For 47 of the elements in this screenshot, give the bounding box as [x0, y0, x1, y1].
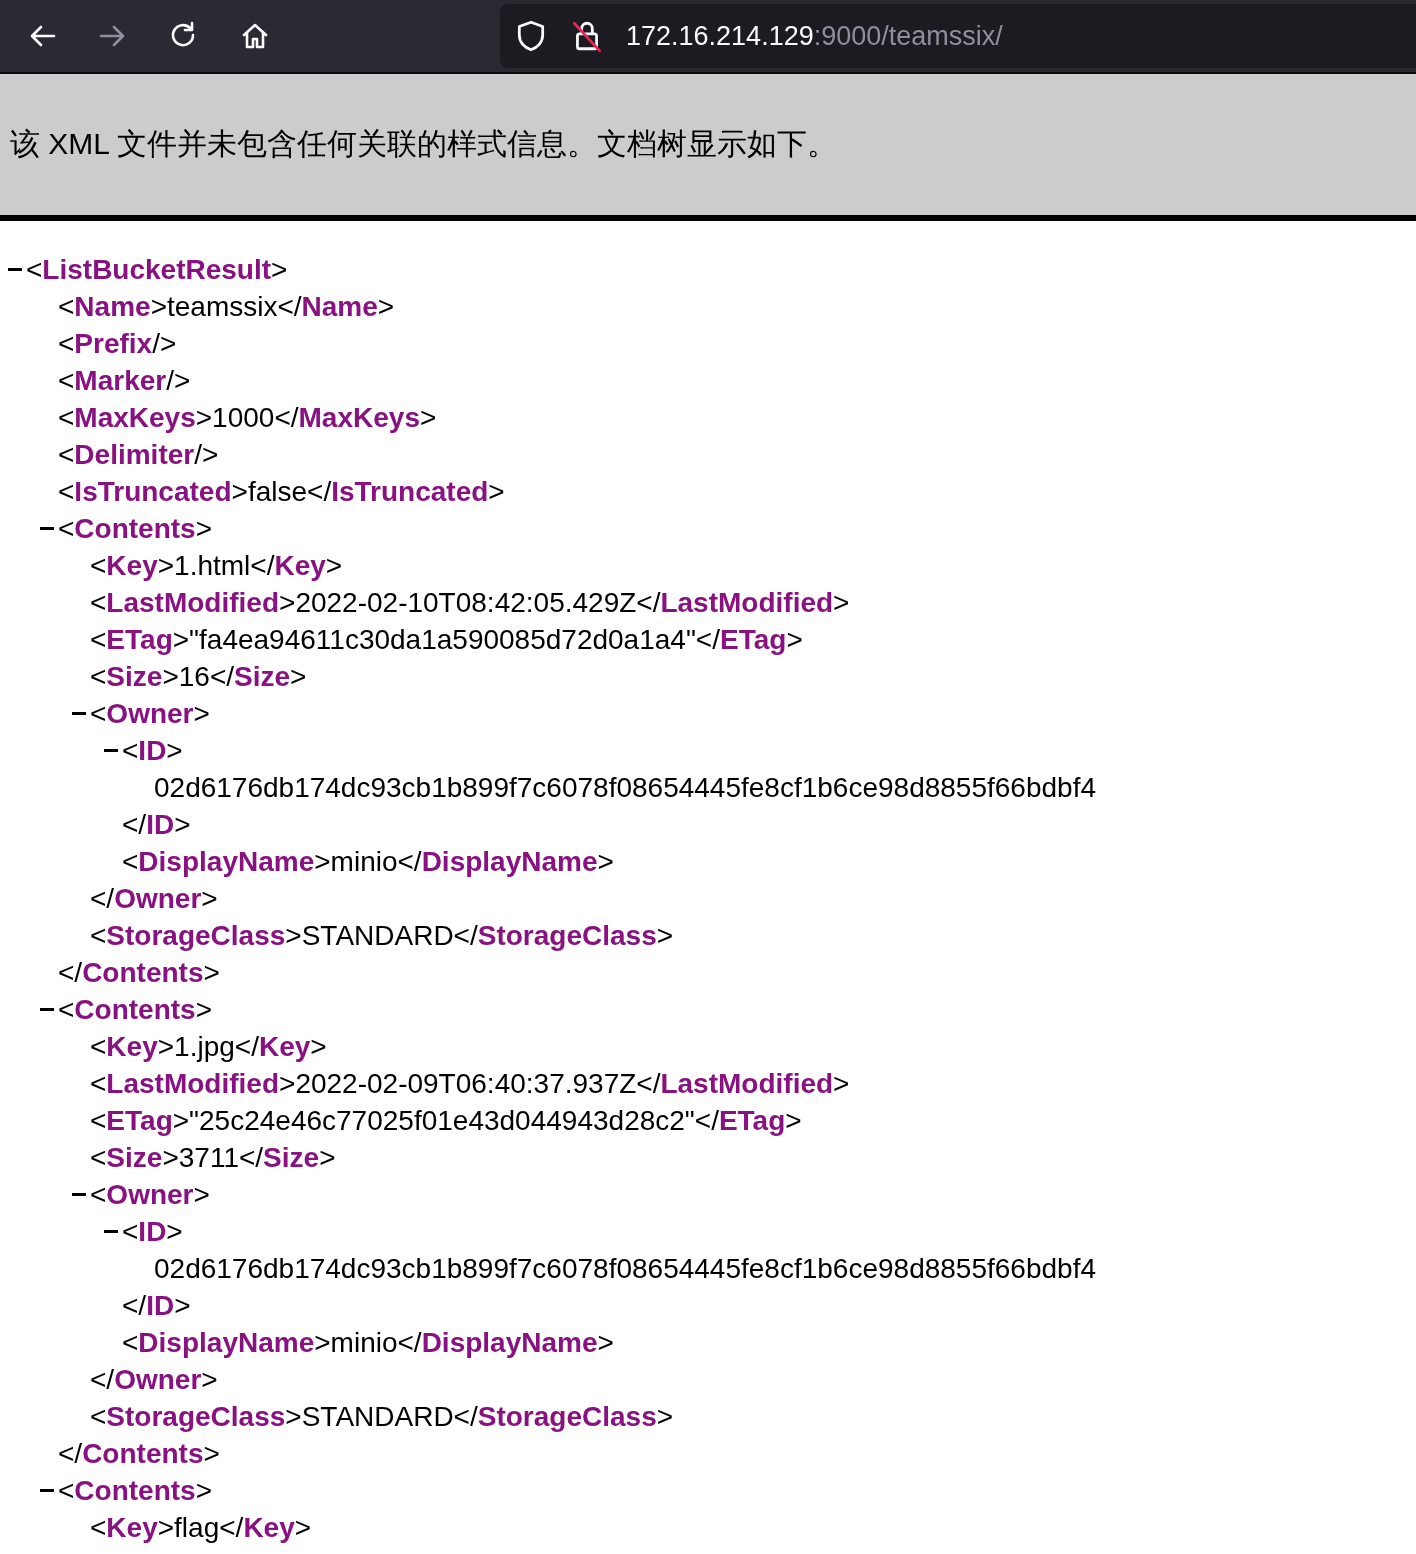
address-bar[interactable]: 172.16.214.129:9000/teamssix/ [500, 4, 1416, 68]
xml-close-tag: </ID> [122, 806, 191, 843]
xml-element: <Key>flag</Key> [90, 1511, 312, 1545]
xml-element: <Size>3711</Size> [90, 1141, 336, 1175]
xml-open-tag: <ID> [122, 732, 183, 769]
xml-open-tag: <ListBucketResult> [26, 251, 288, 288]
xml-element: <Name>teamssix</Name> [58, 290, 395, 324]
url-text[interactable]: 172.16.214.129:9000/teamssix/ [626, 20, 1003, 52]
xml-close-tag: </ID> [122, 1287, 191, 1324]
xml-open-tag: <Contents> [58, 991, 213, 1028]
collapse-toggle[interactable] [104, 749, 118, 752]
xml-element: <ETag>"fa4ea94611c30da1a590085d72d0a1a4"</ETag> [90, 623, 803, 657]
xml-open-tag: <Contents> [58, 510, 213, 547]
notice-text: 该 XML 文件并未包含任何关联的样式信息。文档树显示如下。 [10, 126, 838, 162]
xml-open-tag: <Owner> [90, 695, 210, 732]
xml-element: <Size>16</Size> [90, 660, 307, 694]
collapse-toggle[interactable] [104, 1230, 118, 1233]
xml-element: <Delimiter/> [58, 438, 219, 472]
xml-element: <Marker/> [58, 364, 191, 398]
xml-element: <ETag>"25c24e46c77025f01e43d044943d28c2"</ETag> [90, 1104, 802, 1138]
xml-close-tag: </Contents> [58, 954, 220, 991]
collapse-toggle[interactable] [40, 1489, 54, 1492]
xml-text: 02d6176db174dc93cb1b899f7c6078f08654445fe8cf1b6ce98d8855f66bdbf4 [154, 1252, 1096, 1286]
xml-element: <IsTruncated>false</IsTruncated> [58, 475, 505, 509]
xml-close-tag: </Owner> [90, 1361, 218, 1398]
insecure-lock-icon[interactable] [570, 19, 604, 53]
xml-element: <Key>1.html</Key> [90, 549, 343, 583]
collapse-toggle[interactable] [8, 268, 22, 271]
xml-open-tag: <Contents> [58, 1472, 213, 1509]
xml-element: <Key>1.jpg</Key> [90, 1030, 327, 1064]
xml-element: <DisplayName>minio</DisplayName> [122, 1326, 614, 1360]
xml-element: <Prefix/> [58, 327, 177, 361]
xml-element: <StorageClass>STANDARD</StorageClass> [90, 1400, 674, 1434]
xml-open-tag: <ID> [122, 1213, 183, 1250]
collapse-toggle[interactable] [72, 1193, 86, 1196]
xml-element: <DisplayName>minio</DisplayName> [122, 845, 614, 879]
xml-open-tag: <Owner> [90, 1176, 210, 1213]
xml-close-tag: </Owner> [90, 880, 218, 917]
xml-element: <LastModified>2022-02-10T08:42:05.429Z</LastModified> [90, 586, 850, 620]
xml-close-tag: </Contents> [58, 1435, 220, 1472]
collapse-toggle[interactable] [72, 712, 86, 715]
xml-element: <LastModified>2022-02-09T06:40:37.937Z</LastModified> [90, 1067, 850, 1101]
xml-element: <MaxKeys>1000</MaxKeys> [58, 401, 437, 435]
xml-element: <StorageClass>STANDARD</StorageClass> [90, 919, 674, 953]
xml-text: 02d6176db174dc93cb1b899f7c6078f08654445fe8cf1b6ce98d8855f66bdbf4 [154, 771, 1096, 805]
collapse-toggle[interactable] [40, 527, 54, 530]
collapse-toggle[interactable] [40, 1008, 54, 1011]
